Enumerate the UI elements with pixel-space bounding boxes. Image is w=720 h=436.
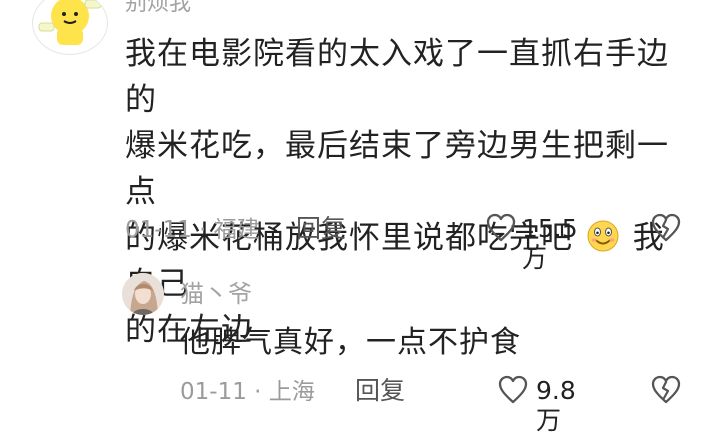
comment-line-2: 爆米花吃，最后结束了旁边男生把剩一点 [125,128,669,210]
reply-location: 上海 [268,379,315,405]
like-count: 15.5万 [522,214,578,273]
commenter-username[interactable]: 别烦我 [125,0,191,18]
meta-separator: · [254,379,262,405]
reply-to-reply-button[interactable]: 回复 [355,376,405,406]
reply-date: 01-11 [180,379,247,405]
profile-photo-image [122,273,164,315]
reply-body: 他脾气真好，一点不护食 [180,325,521,360]
reply-date-location: 01-11 · 上海 [180,378,315,406]
comment-line-1: 我在电影院看的太入戏了一直抓右手边的 [125,36,669,118]
reply-dislike-button[interactable] [650,375,682,409]
comment-date-location: 01-11 · 福建 [125,216,260,244]
broken-heart-icon [650,213,682,247]
yellow-character-avatar-image [38,0,102,45]
like-button[interactable]: 15.5万 [485,213,578,273]
comment-date: 01-11 [125,217,192,243]
heart-outline-icon [485,213,517,247]
broken-heart-icon [650,375,682,409]
reply-commenter-avatar[interactable] [122,273,164,315]
heart-outline-icon [497,375,529,409]
reply-username[interactable]: 猫丶爷 [180,279,252,309]
dislike-button[interactable] [650,213,682,247]
reply-button[interactable]: 回复 [296,214,346,244]
smiling-face-emoji-icon [586,219,620,253]
comment-location: 福建 [213,217,260,243]
reply-like-button[interactable]: 9.8万 [497,375,576,435]
commenter-avatar[interactable] [33,0,107,54]
reply-like-count: 9.8万 [536,376,576,435]
meta-separator: · [199,217,207,243]
